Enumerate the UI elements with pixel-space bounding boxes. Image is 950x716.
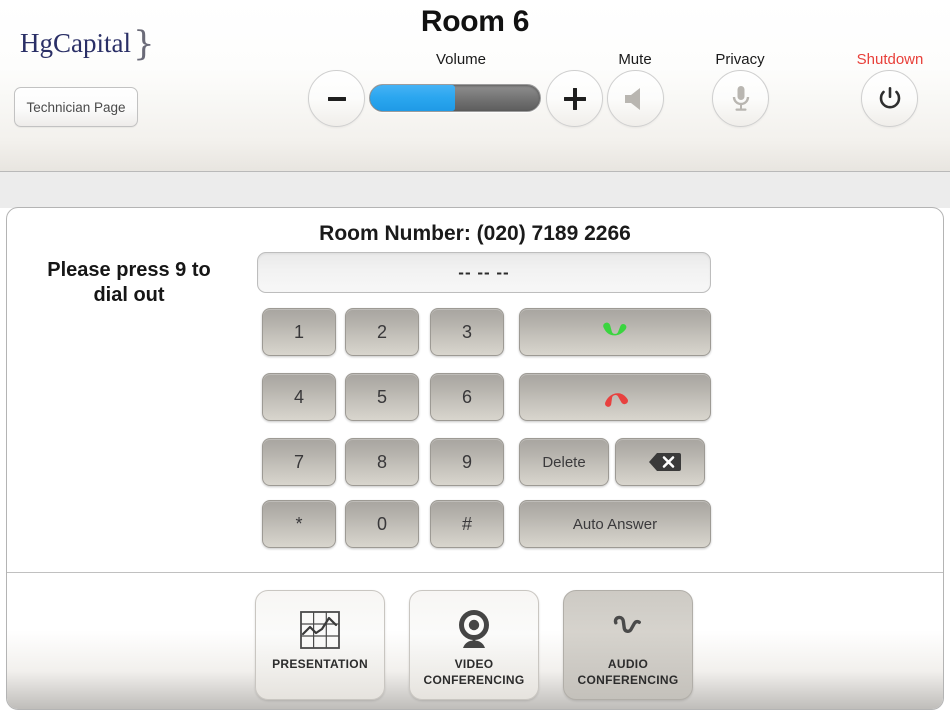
key-1-label: 1 (293, 321, 304, 342)
audio-mode-label-line2: CONFERENCING (577, 672, 679, 687)
audio-icon-wrap (608, 607, 648, 653)
presentation-mode-button[interactable]: PRESENTATION (255, 590, 385, 700)
key-1[interactable]: 1 (262, 308, 336, 356)
dial-display-value: -- -- -- (458, 262, 510, 282)
key-2-label: 2 (376, 321, 387, 342)
key-2[interactable]: 2 (345, 308, 419, 356)
key-7[interactable]: 7 (262, 438, 336, 486)
shutdown-label: Shutdown (856, 51, 924, 68)
speaker-icon (624, 87, 640, 110)
header-bar: HgCapital} Technician Page Room 6 Volume… (0, 0, 950, 172)
volume-up-button[interactable] (546, 70, 603, 127)
presentation-mode-label-line1: PRESENTATION (272, 657, 368, 671)
key-4-label: 4 (293, 386, 304, 407)
hangup-button[interactable] (519, 373, 711, 421)
volume-slider-fill (370, 85, 455, 111)
key-star[interactable]: * (262, 500, 336, 548)
dial-display[interactable]: -- -- -- (257, 252, 711, 293)
volume-slider[interactable] (369, 84, 541, 112)
key-9-label: 9 (461, 451, 472, 472)
video-conferencing-mode-button[interactable]: VIDEO CONFERENCING (409, 590, 539, 700)
video-mode-label-line2: CONFERENCING (423, 672, 525, 687)
presentation-mode-label: PRESENTATION (272, 657, 368, 673)
power-icon (879, 86, 900, 108)
audio-mode-label-line1: AUDIO (607, 657, 649, 671)
auto-answer-label: Auto Answer (572, 515, 658, 533)
webcam-icon-wrap (454, 607, 494, 653)
key-3-label: 3 (461, 321, 472, 342)
phone-handset-green-icon (603, 322, 627, 336)
privacy-button[interactable] (712, 70, 769, 127)
key-5-label: 5 (376, 386, 387, 407)
key-5[interactable]: 5 (345, 373, 419, 421)
header-separator-strip (0, 172, 950, 208)
room-number-label: Room Number: (020) 7189 2266 (319, 222, 631, 245)
volume-label: Volume (435, 51, 487, 68)
privacy-label: Privacy (715, 51, 765, 68)
call-button[interactable] (519, 308, 711, 356)
backspace-button[interactable] (615, 438, 705, 486)
key-3[interactable]: 3 (430, 308, 504, 356)
technician-page-button[interactable]: Technician Page (14, 87, 138, 127)
chart-grid-icon (300, 611, 340, 649)
backspace-icon (649, 453, 681, 471)
key-4[interactable]: 4 (262, 373, 336, 421)
phone-handset-red-icon (605, 393, 628, 407)
volume-down-button[interactable] (308, 70, 365, 127)
key-0-label: 0 (376, 513, 387, 534)
key-6-label: 6 (461, 386, 472, 407)
phone-handset-icon (613, 615, 641, 633)
audio-conferencing-mode-button[interactable]: AUDIO CONFERENCING (563, 590, 693, 700)
delete-button-label: Delete (542, 453, 586, 471)
technician-page-label: Technician Page (26, 99, 126, 115)
webcam-icon (459, 610, 489, 648)
mute-label: Mute (618, 51, 652, 68)
room-control-panel-app: HgCapital} Technician Page Room 6 Volume… (0, 0, 950, 716)
minus-icon (327, 96, 346, 101)
key-star-label: * (295, 513, 303, 534)
key-6[interactable]: 6 (430, 373, 504, 421)
key-8[interactable]: 8 (345, 438, 419, 486)
audio-conferencing-mode-label: AUDIO CONFERENCING (578, 657, 679, 688)
presentation-icon-wrap (298, 607, 342, 653)
plus-icon (563, 87, 586, 110)
video-mode-label-line1: VIDEO (454, 657, 494, 671)
video-conferencing-mode-label: VIDEO CONFERENCING (424, 657, 525, 688)
key-7-label: 7 (293, 451, 304, 472)
auto-answer-button[interactable]: Auto Answer (519, 500, 711, 548)
key-hash[interactable]: # (430, 500, 504, 548)
key-0[interactable]: 0 (345, 500, 419, 548)
mute-button[interactable] (607, 70, 664, 127)
key-8-label: 8 (376, 451, 387, 472)
shutdown-button[interactable] (861, 70, 918, 127)
delete-button[interactable]: Delete (519, 438, 609, 486)
page-title: Room 6 (420, 5, 530, 38)
dial-out-instruction: Please press 9 to dial out (47, 259, 211, 306)
key-9[interactable]: 9 (430, 438, 504, 486)
main-panel: Room Number: (020) 7189 2266 -- -- -- Pl… (6, 207, 944, 710)
key-hash-label: # (461, 513, 472, 534)
microphone-icon (732, 85, 749, 111)
